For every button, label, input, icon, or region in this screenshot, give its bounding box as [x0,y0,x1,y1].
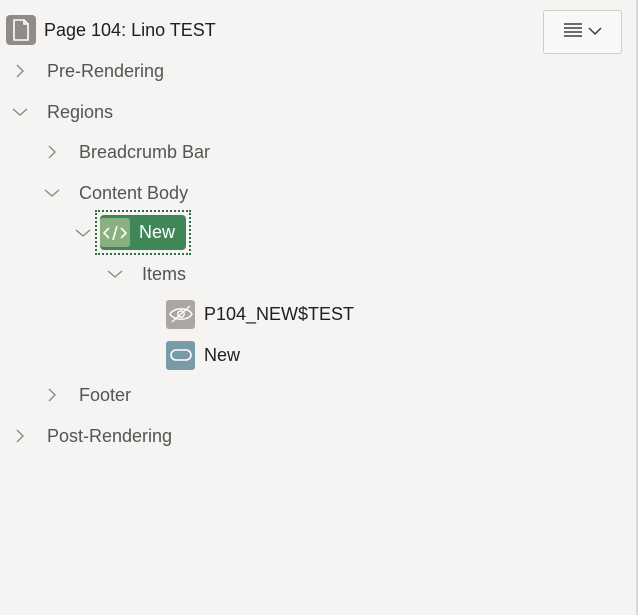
tree-node-label: Pre-Rendering [47,61,165,81]
tree-node-item-p104-new-test[interactable]: P104_NEW$TEST [166,299,354,329]
page-designer-tree: Page 104: Lino TEST Pre-Rendering Region… [0,0,638,615]
tree-node-label: New [139,222,176,242]
tree-node-label: Breadcrumb Bar [79,142,211,162]
chevron-down-icon[interactable] [107,266,123,282]
tree-node-label: Content Body [79,183,189,203]
tree-node-label: Post-Rendering [47,426,173,446]
chevron-right-icon[interactable] [12,428,28,444]
tree-node-post-rendering[interactable]: Post-Rendering [12,421,172,451]
eye-slash-icon [166,299,195,329]
page-icon [6,15,36,45]
tree-node-pre-rendering[interactable]: Pre-Rendering [12,56,164,86]
tree-node-footer[interactable]: Footer [44,380,131,410]
chevron-right-icon[interactable] [12,63,28,79]
chevron-down-icon[interactable] [44,185,60,201]
tree-menu-button[interactable] [543,10,622,54]
tree-node-new-region[interactable]: New [95,210,191,255]
chevron-down-icon[interactable] [12,104,28,120]
tree-node-breadcrumb-bar[interactable]: Breadcrumb Bar [44,137,210,167]
chevron-down-icon[interactable] [75,225,91,241]
tree-node-item-new[interactable]: New [166,340,240,370]
text-field-icon [166,340,195,370]
tree-node-label: Regions [47,102,114,122]
tree-node-items[interactable]: Items [107,259,186,289]
tree-node-regions[interactable]: Regions [12,97,113,127]
page-title: Page 104: Lino TEST [44,20,216,40]
tree-node-label: Items [142,264,187,284]
hamburger-icon [563,22,582,42]
code-icon [100,218,130,247]
selected-region-chip[interactable]: New [100,215,186,250]
tree-node-label: P104_NEW$TEST [204,304,355,324]
chevron-right-icon[interactable] [44,144,60,160]
tree-node-content-body[interactable]: Content Body [44,178,188,208]
chevron-down-icon [587,23,602,41]
page-header[interactable]: Page 104: Lino TEST [6,15,216,45]
tree-node-label: Footer [79,385,132,405]
chevron-right-icon[interactable] [44,387,60,403]
tree-node-label: New [204,345,241,365]
